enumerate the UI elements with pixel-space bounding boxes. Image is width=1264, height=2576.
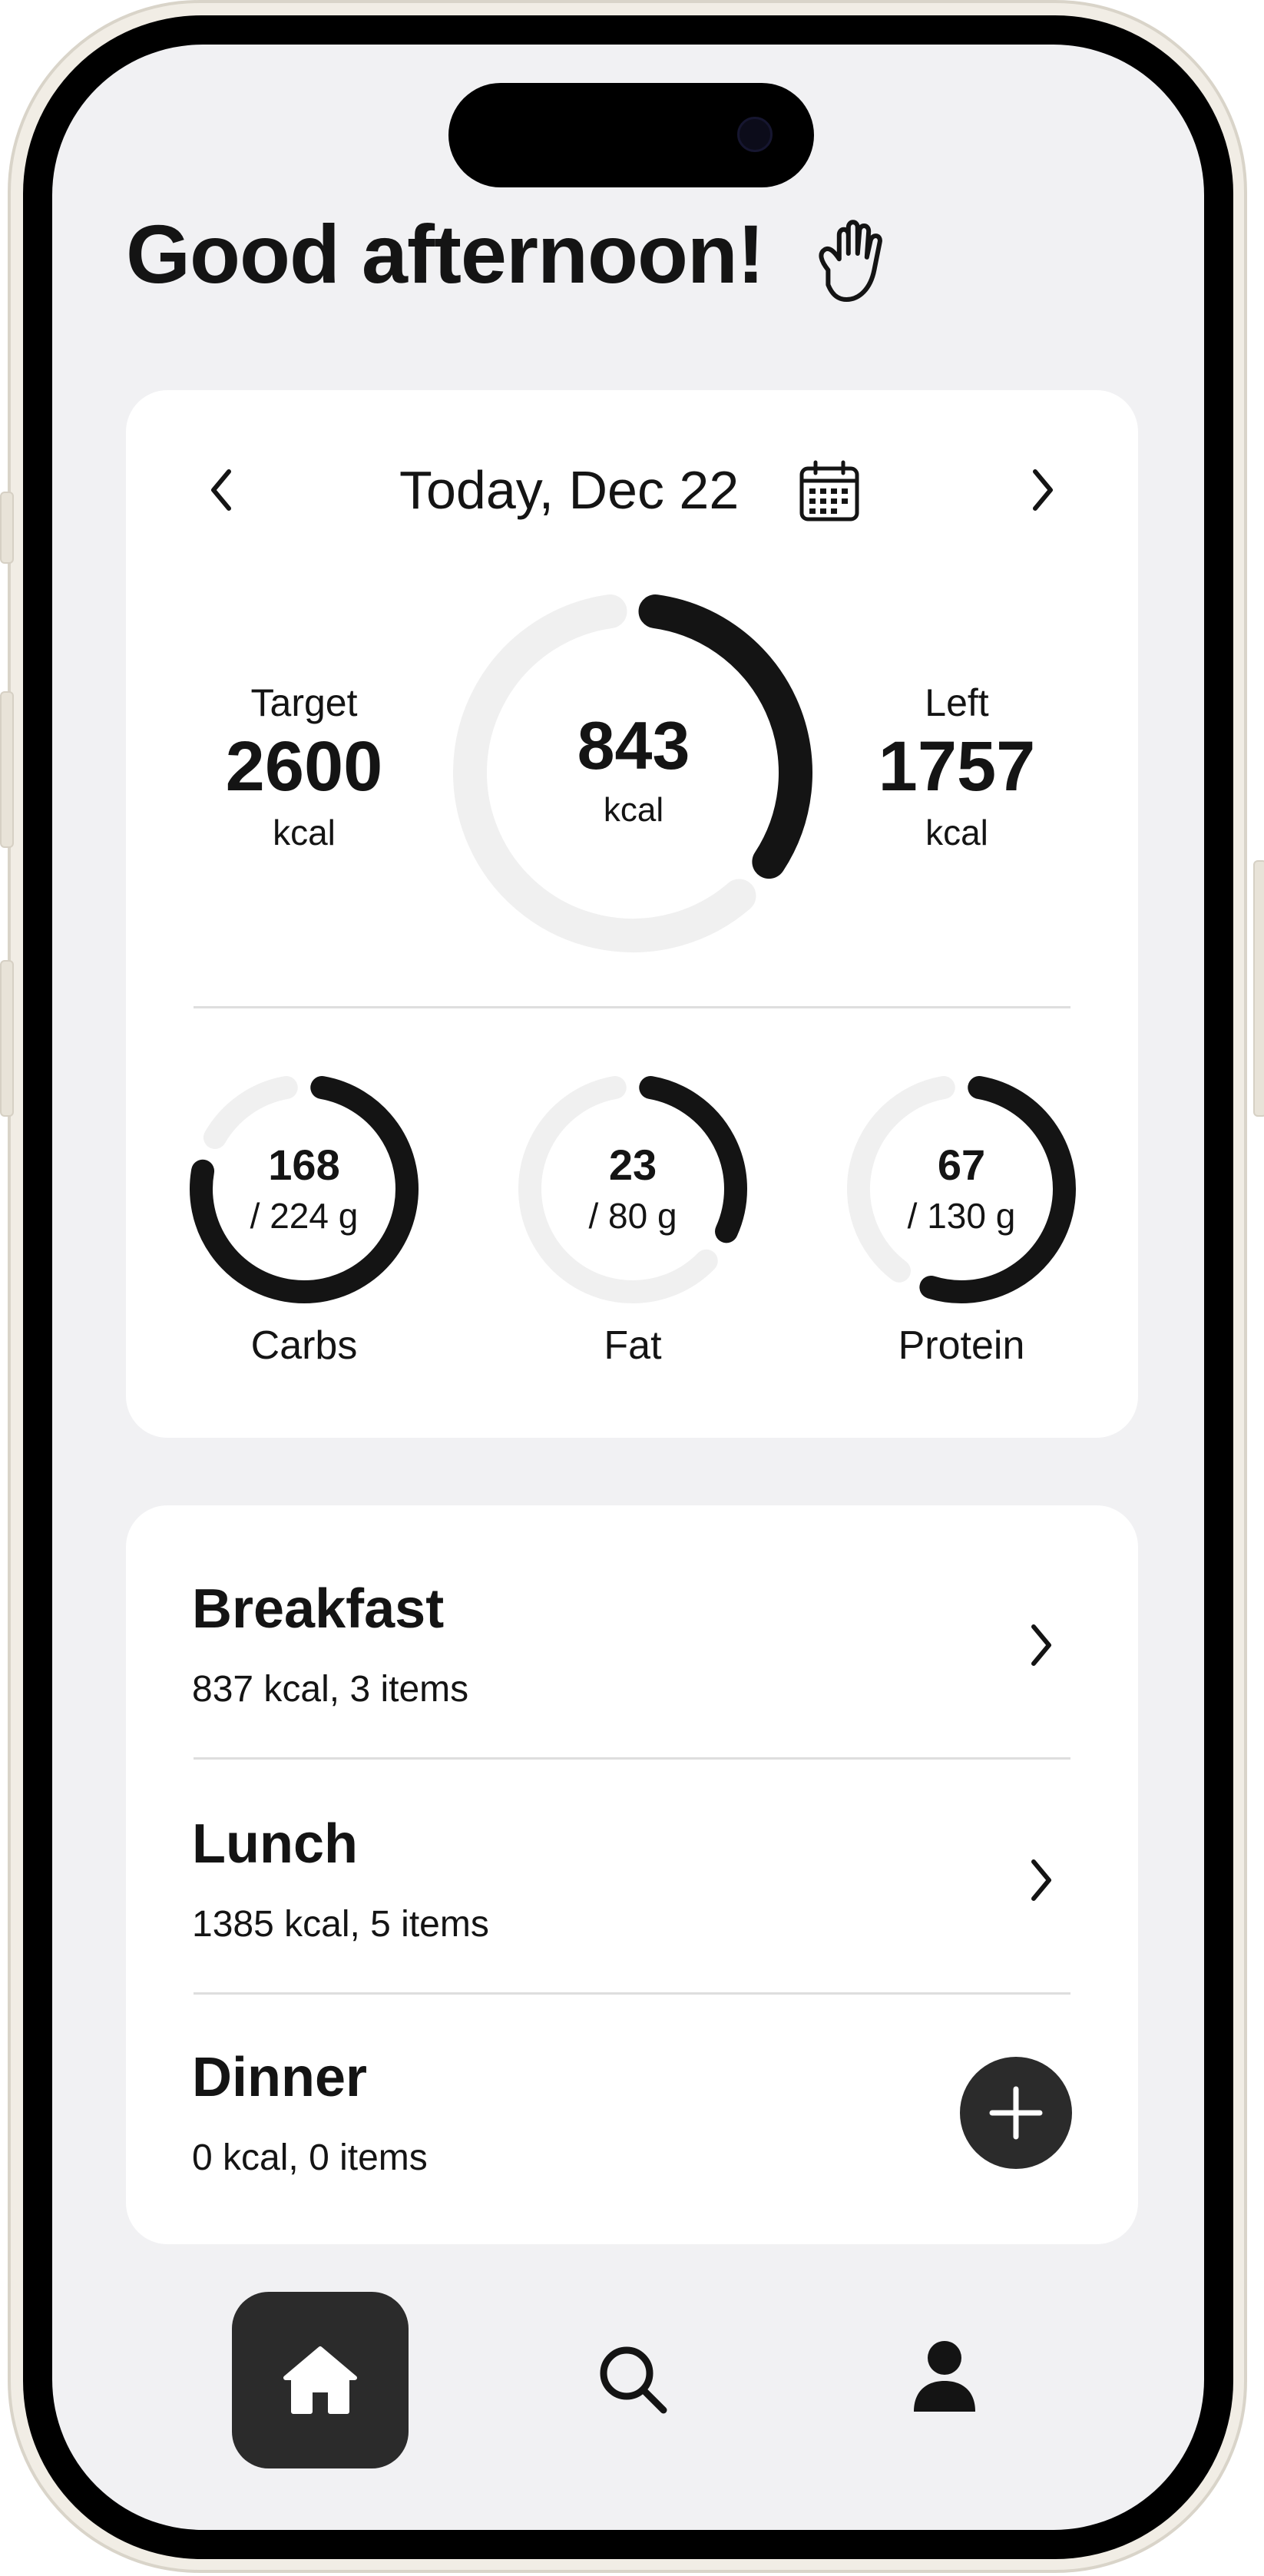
protein-value: 67 [937,1141,986,1189]
search-icon[interactable] [591,2338,676,2422]
waving-hand-icon [819,220,882,302]
card-divider [194,1006,1070,1008]
mute-switch [0,492,14,564]
meal-row-lunch[interactable]: Lunch 1385 kcal, 5 items [192,1802,1072,1963]
consumed-value: 843 [577,707,690,783]
chevron-left-icon[interactable] [206,465,237,515]
fat-goal: / 80 g [588,1196,677,1236]
volume-up-button [0,691,14,848]
meal-summary: 1385 kcal, 5 items [192,1904,489,1945]
chevron-right-icon[interactable] [1026,1856,1057,1905]
meal-title: Breakfast [192,1578,445,1640]
meal-divider [194,1757,1070,1760]
chevron-right-icon[interactable] [1026,1621,1057,1670]
carbs-label: Carbs [250,1323,358,1368]
protein-label: Protein [898,1323,1025,1368]
target-value: 2600 [225,727,383,806]
greeting-title: Good afternoon! [126,207,765,300]
target-label: Target [250,681,358,724]
carbs-value: 168 [268,1141,340,1189]
fat-label: Fat [604,1323,662,1368]
protein-goal: / 130 g [907,1196,1016,1236]
carbs-goal: / 224 g [250,1196,359,1236]
carbs-ring-track [203,1076,298,1149]
target-stat: Target 2600 kcal [189,680,419,853]
left-unit: kcal [925,812,988,853]
date-label[interactable]: Today, Dec 22 [399,459,739,521]
consumed-unit: kcal [603,791,664,829]
fat-value: 23 [608,1141,657,1189]
meal-row-breakfast[interactable]: Breakfast 837 kcal, 3 items [192,1567,1072,1728]
plus-icon [989,2086,1043,2140]
left-label: Left [925,681,989,724]
meal-title: Lunch [192,1813,358,1875]
user-icon[interactable] [906,2338,983,2415]
protein-ring-progress [919,1076,1076,1303]
power-button [1253,860,1264,1117]
camera-lens [737,117,773,152]
meal-summary: 0 kcal, 0 items [192,2137,428,2178]
fat-ring-track [518,1076,718,1303]
left-value: 1757 [878,727,1036,806]
left-stat: Left 1757 kcal [842,680,1072,853]
meal-row-dinner[interactable]: Dinner 0 kcal, 0 items [192,2035,883,2197]
calendar-icon[interactable] [799,459,860,522]
home-icon [283,2346,357,2414]
meal-summary: 837 kcal, 3 items [192,1669,469,1710]
nav-home-button[interactable] [232,2292,409,2468]
volume-down-button [0,960,14,1117]
meal-title: Dinner [192,2047,368,2108]
add-dinner-button[interactable] [960,2057,1072,2169]
chevron-right-icon[interactable] [1027,465,1058,515]
meal-divider [194,1992,1070,1995]
target-unit: kcal [273,812,336,853]
